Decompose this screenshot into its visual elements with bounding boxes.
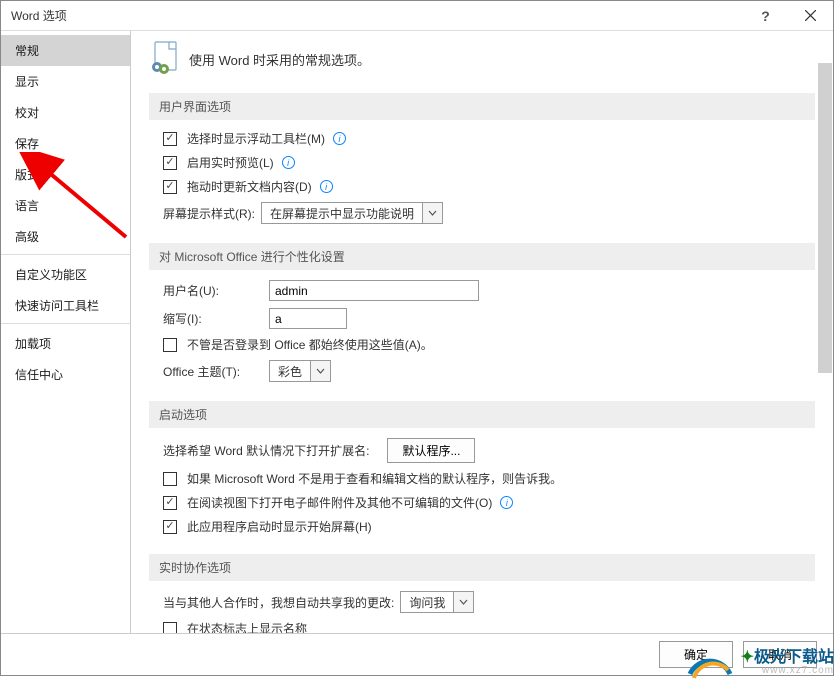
label-tell-default-program: 如果 Microsoft Word 不是用于查看和编辑文档的默认程序，则告诉我。 <box>187 470 562 487</box>
select-screentip-style[interactable]: 在屏幕提示中显示功能说明 <box>261 202 443 224</box>
select-auto-share[interactable]: 询问我 <box>400 591 474 613</box>
label-initials: 缩写(I): <box>163 310 263 327</box>
sidebar-item-advanced[interactable]: 高级 <box>1 221 130 255</box>
dialog-footer: 确定 取消 <box>1 633 833 675</box>
info-icon[interactable] <box>500 496 513 509</box>
label-office-theme: Office 主题(T): <box>163 363 263 380</box>
section-personalize-title: 对 Microsoft Office 进行个性化设置 <box>149 243 815 270</box>
dialog-title: Word 选项 <box>11 7 743 24</box>
label-always-use-values: 不管是否登录到 Office 都始终使用这些值(A)。 <box>187 336 433 353</box>
checkbox-open-reading-view[interactable] <box>163 496 177 510</box>
input-initials[interactable] <box>269 308 347 329</box>
chevron-down-icon <box>422 203 442 223</box>
label-default-extensions: 选择希望 Word 默认情况下打开扩展名: <box>163 442 369 459</box>
label-enable-live-preview: 启用实时预览(L) <box>187 154 274 171</box>
info-icon[interactable] <box>282 156 295 169</box>
close-button[interactable] <box>788 1 833 31</box>
checkbox-update-on-drag[interactable] <box>163 180 177 194</box>
info-icon[interactable] <box>333 132 346 145</box>
info-icon[interactable] <box>320 180 333 193</box>
sidebar: 常规 显示 校对 保存 版式 语言 高级 自定义功能区 快速访问工具栏 加载项 … <box>1 31 131 633</box>
general-options-icon <box>149 41 179 77</box>
label-screentip-style: 屏幕提示样式(R): <box>163 205 255 222</box>
section-ui-options-title: 用户界面选项 <box>149 93 815 120</box>
label-username: 用户名(U): <box>163 282 263 299</box>
chevron-down-icon <box>453 592 473 612</box>
section-startup-title: 启动选项 <box>149 401 815 428</box>
label-show-mini-toolbar: 选择时显示浮动工具栏(M) <box>187 130 325 147</box>
sidebar-item-proofing[interactable]: 校对 <box>1 97 130 128</box>
content-pane: 使用 Word 时采用的常规选项。 用户界面选项 选择时显示浮动工具栏(M) 启… <box>131 31 833 633</box>
label-auto-share: 当与其他人合作时，我想自动共享我的更改: <box>163 594 394 611</box>
sidebar-item-display[interactable]: 显示 <box>1 66 130 97</box>
cancel-button[interactable]: 取消 <box>743 641 817 668</box>
label-show-start-screen: 此应用程序启动时显示开始屏幕(H) <box>187 518 372 535</box>
select-office-theme[interactable]: 彩色 <box>269 360 331 382</box>
chevron-down-icon <box>310 361 330 381</box>
word-options-dialog: Word 选项 ? 常规 显示 校对 保存 版式 语言 高级 自定义功能区 快速… <box>0 0 834 676</box>
checkbox-tell-default-program[interactable] <box>163 472 177 486</box>
label-update-on-drag: 拖动时更新文档内容(D) <box>187 178 312 195</box>
sidebar-item-customize-ribbon[interactable]: 自定义功能区 <box>1 259 130 290</box>
button-default-programs[interactable]: 默认程序... <box>387 438 475 463</box>
sidebar-item-quick-access[interactable]: 快速访问工具栏 <box>1 290 130 324</box>
label-show-names-on-flags: 在状态标志上显示名称 <box>187 620 307 633</box>
sidebar-item-language[interactable]: 语言 <box>1 190 130 221</box>
close-icon <box>805 10 816 21</box>
help-button[interactable]: ? <box>743 1 788 31</box>
checkbox-enable-live-preview[interactable] <box>163 156 177 170</box>
sidebar-item-general[interactable]: 常规 <box>1 35 130 66</box>
ok-button[interactable]: 确定 <box>659 641 733 668</box>
checkbox-show-mini-toolbar[interactable] <box>163 132 177 146</box>
header-text: 使用 Word 时采用的常规选项。 <box>189 50 370 69</box>
sidebar-item-save[interactable]: 保存 <box>1 128 130 159</box>
section-collaboration-title: 实时协作选项 <box>149 554 815 581</box>
checkbox-show-names-on-flags[interactable] <box>163 622 177 634</box>
label-open-reading-view: 在阅读视图下打开电子邮件附件及其他不可编辑的文件(O) <box>187 494 492 511</box>
checkbox-show-start-screen[interactable] <box>163 520 177 534</box>
sidebar-item-addins[interactable]: 加载项 <box>1 328 130 359</box>
sidebar-item-trust-center[interactable]: 信任中心 <box>1 359 130 390</box>
titlebar: Word 选项 ? <box>1 1 833 31</box>
sidebar-item-layout[interactable]: 版式 <box>1 159 130 190</box>
scrollbar-thumb[interactable] <box>818 63 832 373</box>
input-username[interactable] <box>269 280 479 301</box>
checkbox-always-use-values[interactable] <box>163 338 177 352</box>
